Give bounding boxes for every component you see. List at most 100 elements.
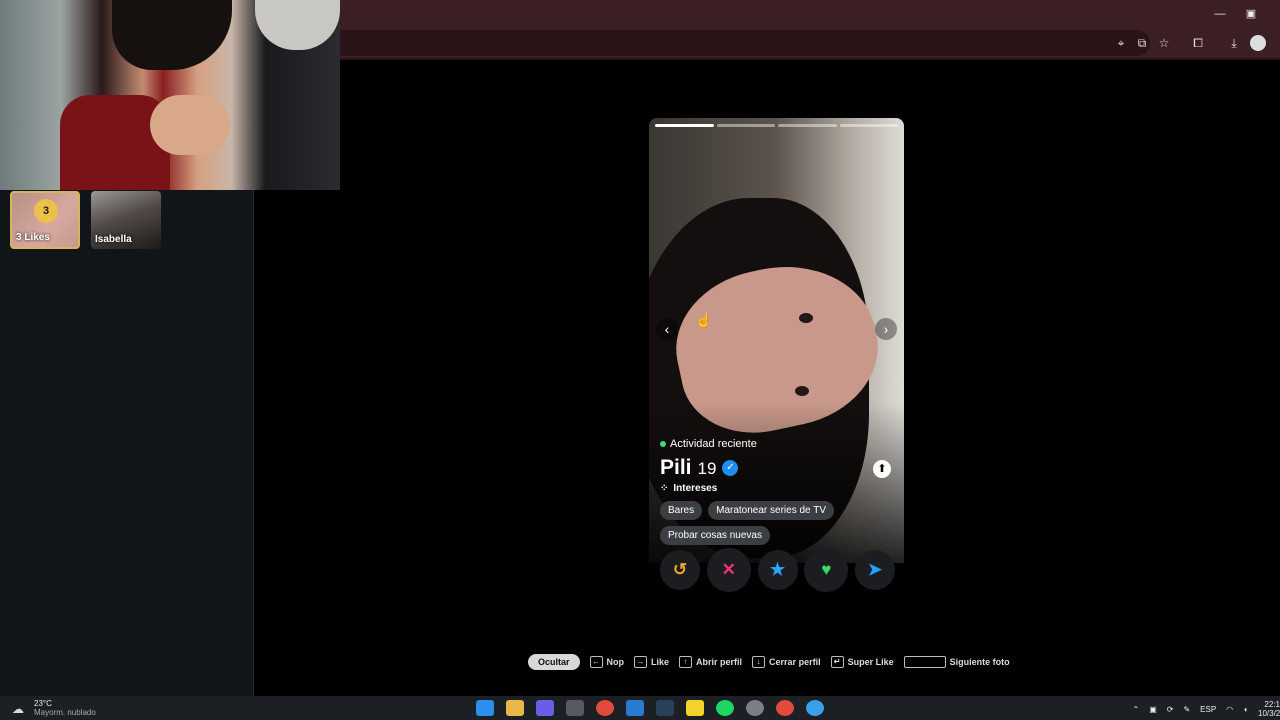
profile-card[interactable]: ‹ › Actividad reciente Pili 19 ✓ ⬆ ⁘ Int… <box>649 118 904 593</box>
interests-icon: ⁘ <box>660 483 669 494</box>
language-indicator[interactable]: ESP <box>1200 705 1216 714</box>
chrome-profile-icon[interactable] <box>776 700 794 716</box>
minimize-icon[interactable]: — <box>1210 6 1230 22</box>
photo-progress-bar <box>655 124 898 127</box>
weather-cloud-icon: ☁ <box>12 702 24 716</box>
shortcut-label: Abrir perfil <box>696 657 743 667</box>
profile-photo[interactable] <box>649 118 904 563</box>
profile-icon[interactable] <box>1250 35 1266 51</box>
shortcut-label: Siguiente foto <box>949 657 1010 667</box>
time: 22:1 <box>1264 700 1280 709</box>
activity-label: Actividad reciente <box>670 438 757 450</box>
spotify-icon[interactable] <box>716 700 734 716</box>
key-icon: → <box>634 656 648 668</box>
shortcut-label: Nop <box>606 657 625 667</box>
photo-progress-segment <box>839 124 898 127</box>
star-icon[interactable]: ☆ <box>1156 35 1172 51</box>
match-card-isabella[interactable]: Isabella <box>91 191 161 249</box>
tray-app-icon[interactable]: ▣ <box>1149 705 1157 714</box>
app-icon[interactable] <box>746 700 764 716</box>
action-buttons: ↺ ✕ ★ ♥ ➤ <box>660 548 895 592</box>
photo-progress-segment <box>655 124 714 127</box>
date: 10/3/20 <box>1258 709 1280 718</box>
wifi-icon[interactable]: ◠ <box>1226 705 1233 714</box>
next-photo-icon[interactable]: › <box>875 318 897 340</box>
key-icon: ↓ <box>752 656 766 668</box>
extensions-icon[interactable]: ⧠ <box>1190 35 1206 51</box>
chrome-icon[interactable] <box>596 700 614 716</box>
shortcut-item: ↑ Abrir perfil <box>679 656 742 668</box>
nope-icon: ✕ <box>721 560 736 579</box>
key-icon: ↵ <box>830 656 844 668</box>
likes-label: 3 Likes <box>16 232 50 243</box>
file-explorer-icon[interactable] <box>506 700 524 716</box>
shortcut-item: ← Nop <box>589 656 625 668</box>
webcam-overlay <box>0 0 340 190</box>
chevron-up-icon[interactable]: ⌃ <box>1132 705 1139 714</box>
prev-photo-icon[interactable]: ‹ <box>656 318 678 340</box>
start-menu-icon[interactable] <box>476 700 494 716</box>
clock[interactable]: 22:1 10/3/20 <box>1258 700 1280 718</box>
app-icon[interactable] <box>566 700 584 716</box>
shortcut-label: Cerrar perfil <box>769 657 821 667</box>
interests-heading: ⁘ Intereses <box>660 483 717 494</box>
windows-taskbar: ☁ 23°C Mayorm. nublado ⌃ ▣ ⟳ ✎ ESP ◠ ◖ 2… <box>0 696 1280 720</box>
rewind-button[interactable]: ↺ <box>660 550 700 590</box>
shortcut-label: Super Like <box>847 657 894 667</box>
key-icon: ↑ <box>679 656 693 668</box>
shortcut-label: Like <box>651 657 670 667</box>
super-like-icon: ★ <box>769 560 786 579</box>
temperature: 23°C <box>34 699 52 708</box>
super-like-button[interactable]: ★ <box>757 550 798 590</box>
interest-chip: Bares <box>660 501 703 520</box>
interests-list: Bares Maratonear series de TV Probar cosas… <box>660 501 895 545</box>
photo-progress-segment <box>716 124 775 127</box>
name-row: Pili 19 ✓ <box>660 456 739 480</box>
shortcut-item: → Like <box>634 656 669 668</box>
photo-eye <box>799 313 813 323</box>
activity-status: Actividad reciente <box>660 438 757 450</box>
download-icon[interactable]: ⤓ <box>1226 35 1242 51</box>
app-icon[interactable] <box>686 700 704 716</box>
webcam-person-hair <box>112 0 232 70</box>
likes-card[interactable]: 3 3 Likes <box>10 191 80 249</box>
interests-label: Intereses <box>673 483 718 494</box>
like-button[interactable]: ♥ <box>804 548 849 592</box>
install-app-icon[interactable]: ⧉ <box>1134 35 1150 51</box>
location-icon[interactable]: ⌖ <box>1113 35 1129 51</box>
photo-eye <box>795 386 809 396</box>
screen: — ▣ ⌖ ⧉ ☆ ⧠ ⤓ 3 3 Likes ♥ Isabella <box>0 0 1280 720</box>
weather-widget[interactable]: 23°C Mayorm. nublado <box>34 699 96 717</box>
restore-icon[interactable]: ▣ <box>1241 6 1261 22</box>
rewind-icon: ↺ <box>672 560 688 579</box>
shortcut-item: Siguiente foto <box>903 656 1010 668</box>
boost-button[interactable]: ➤ <box>855 550 895 590</box>
likes-count-badge: 3 <box>34 199 58 223</box>
match-name: Isabella <box>95 234 132 245</box>
webcam-person-hair <box>255 0 340 50</box>
profile-age: 19 <box>697 459 717 478</box>
copilot-icon[interactable] <box>536 700 554 716</box>
tray-app-icon[interactable]: ✎ <box>1183 705 1190 714</box>
vscode-icon[interactable] <box>626 700 644 716</box>
key-icon: ← <box>589 656 603 668</box>
photo-progress-segment <box>778 124 837 127</box>
taskbar-apps <box>476 700 824 716</box>
shortcut-item: ↵ Super Like <box>830 656 894 668</box>
like-icon: ♥ <box>821 560 832 579</box>
open-profile-icon[interactable]: ⬆ <box>873 460 891 478</box>
volume-icon[interactable]: ◖ <box>1243 705 1248 714</box>
hide-shortcuts-button[interactable]: Ocultar <box>528 654 580 670</box>
system-tray: ⌃ ▣ ⟳ ✎ ESP ◠ ◖ 22:1 10/3/20 <box>1132 700 1280 718</box>
weather-text: Mayorm. nublado <box>34 708 96 717</box>
webcam-person-hand <box>150 95 230 155</box>
profile-name: Pili <box>660 456 692 479</box>
address-bar[interactable] <box>330 30 1150 56</box>
shortcut-item: ↓ Cerrar perfil <box>752 656 821 668</box>
verified-icon: ✓ <box>722 460 739 476</box>
chrome-profile-icon[interactable] <box>806 700 824 716</box>
steam-icon[interactable] <box>656 700 674 716</box>
nope-button[interactable]: ✕ <box>706 548 751 592</box>
tray-app-icon[interactable]: ⟳ <box>1167 705 1174 714</box>
online-dot-icon <box>660 441 666 447</box>
